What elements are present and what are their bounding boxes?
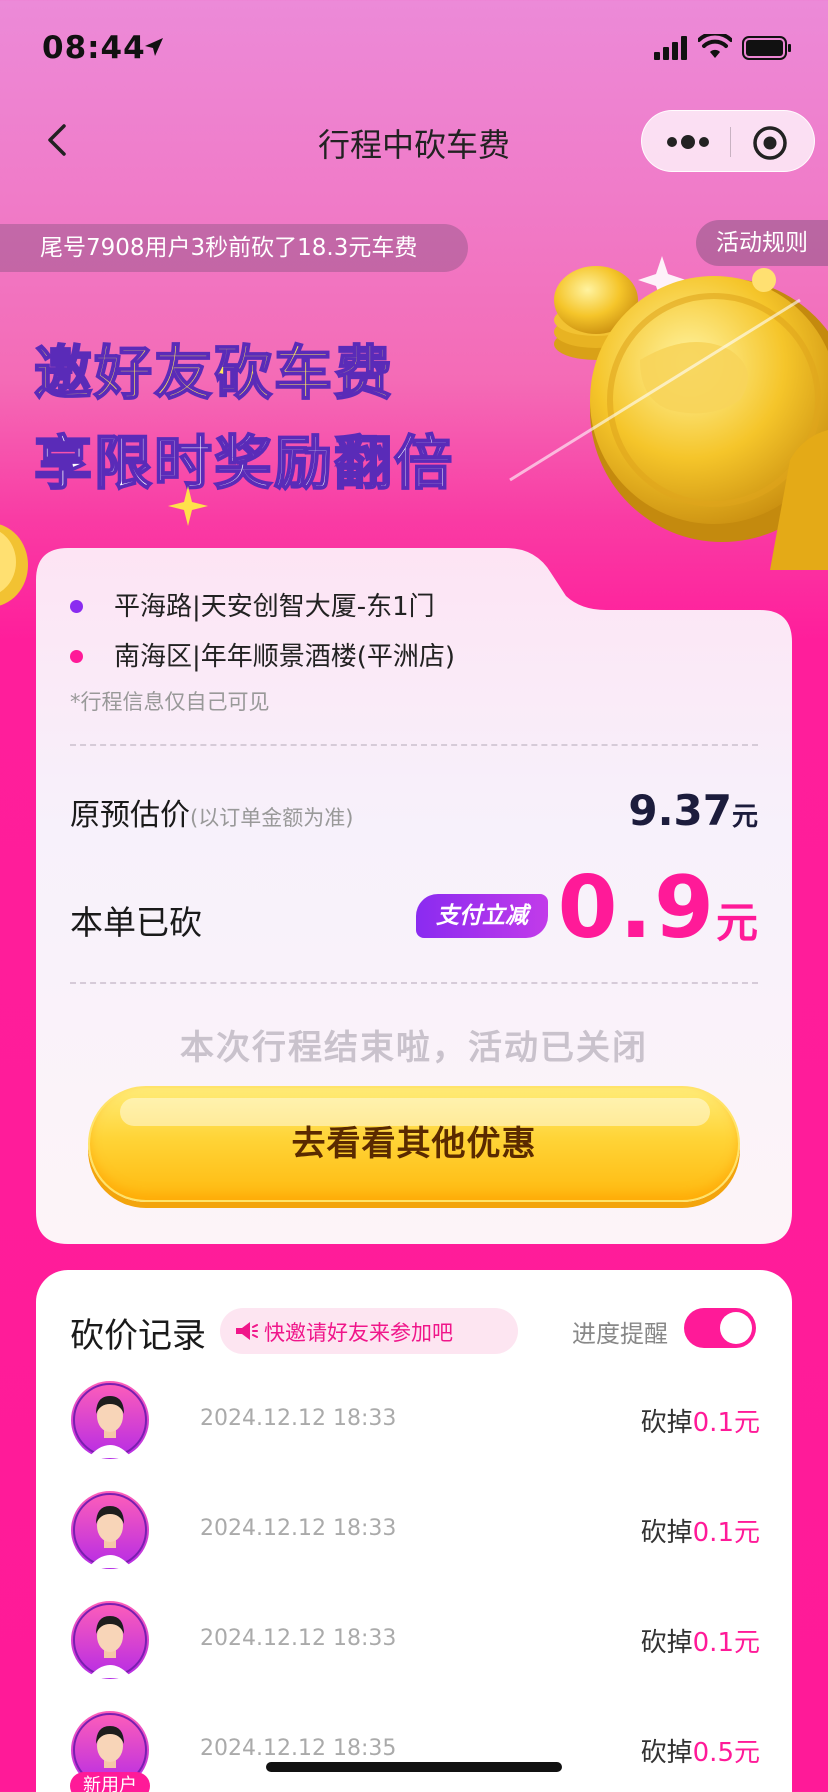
status-time: 08:44	[42, 30, 146, 66]
dropoff-address-text: 南海区|年年顺景酒楼(平洲店)	[114, 642, 456, 672]
estimate-price-value: 9.37	[628, 786, 732, 835]
capsule-divider	[730, 127, 731, 157]
record-row: 2024.12.12 18:33 砍掉0.1元	[70, 1380, 760, 1460]
button-shine	[120, 1098, 710, 1126]
avatar	[70, 1600, 150, 1680]
cta-label: 去看看其他优惠	[291, 1124, 537, 1164]
new-user-badge: 新用户	[70, 1772, 150, 1792]
close-target-icon[interactable]	[752, 125, 788, 161]
record-amount: 砍掉0.1元	[641, 1622, 760, 1659]
activity-closed-text: 本次行程结束啦，活动已关闭	[180, 1028, 648, 1068]
record-amount-prefix: 砍掉	[640, 1408, 693, 1438]
estimate-label-text: 原预估价	[70, 798, 190, 833]
invite-friends-pill[interactable]: 快邀请好友来参加吧	[220, 1308, 518, 1354]
trip-card: 平海路|天安创智大厦-东1门 南海区|年年顺景酒楼(平洲店) *行程信息仅自己可…	[36, 548, 792, 1244]
record-row: 新用户 2024.12.12 18:35 砍掉0.5元	[70, 1710, 760, 1792]
trip-privacy-note: *行程信息仅自己可见	[70, 690, 270, 714]
gold-coins-illustration	[509, 256, 828, 570]
location-arrow-icon	[145, 38, 163, 56]
record-amount-value: 0.5元	[692, 1738, 760, 1768]
estimate-price-unit: 元	[731, 802, 758, 832]
invite-text: 快邀请好友来参加吧	[264, 1321, 453, 1345]
record-row: 2024.12.12 18:33 砍掉0.1元	[70, 1600, 760, 1680]
wifi-icon	[698, 34, 732, 58]
estimate-label: 原预估价(以订单金额为准)	[70, 790, 353, 834]
record-amount-prefix: 砍掉	[640, 1738, 693, 1768]
pickup-dot	[70, 600, 83, 613]
status-bar: 08:44	[0, 0, 828, 100]
divider	[70, 744, 758, 746]
home-indicator	[266, 1762, 562, 1772]
more-icon[interactable]	[664, 128, 712, 156]
pickup-address-text: 平海路|天安创智大厦-东1门	[114, 592, 435, 622]
record-amount: 砍掉0.1元	[641, 1402, 760, 1439]
cut-amount-value: 0.9	[557, 858, 716, 958]
avatar	[70, 1380, 150, 1460]
mini-program-capsule	[641, 110, 815, 172]
record-time: 2024.12.12 18:35	[200, 1736, 397, 1761]
record-time: 2024.12.12 18:33	[200, 1626, 397, 1651]
record-time: 2024.12.12 18:33	[200, 1516, 397, 1541]
record-row: 2024.12.12 18:33 砍掉0.1元	[70, 1490, 760, 1570]
battery-icon	[742, 36, 791, 60]
estimate-price: 9.37元	[628, 786, 758, 835]
record-time: 2024.12.12 18:33	[200, 1406, 397, 1431]
cellular-signal-icon	[654, 36, 687, 60]
megaphone-icon	[236, 1322, 258, 1340]
toggle-knob	[720, 1312, 752, 1344]
record-amount-value: 0.1元	[692, 1408, 760, 1438]
progress-reminder-label: 进度提醒	[572, 1320, 668, 1348]
gold-coin-icon	[0, 524, 28, 606]
cut-amount-unit: 元	[715, 898, 758, 947]
bargain-record-card: 砍价记录 快邀请好友来参加吧 进度提醒 2024.12.12 18:33 砍掉0.…	[36, 1270, 792, 1792]
record-amount-value: 0.1元	[692, 1628, 760, 1658]
record-amount-value: 0.1元	[692, 1518, 760, 1548]
ticker-banner: 尾号7908用户3秒前砍了18.3元车费	[0, 224, 468, 272]
cut-label: 本单已砍	[70, 903, 202, 942]
avatar	[70, 1490, 150, 1570]
record-title: 砍价记录	[70, 1316, 206, 1356]
cut-amount: 0.9元	[558, 858, 758, 958]
sparkle-icon	[168, 486, 208, 526]
view-other-offers-button[interactable]: 去看看其他优惠	[88, 1086, 740, 1202]
record-amount: 砍掉0.1元	[641, 1512, 760, 1549]
divider	[70, 982, 758, 984]
pay-discount-badge: 支付立减	[416, 894, 548, 938]
record-amount-prefix: 砍掉	[640, 1628, 693, 1658]
banner-headline: 邀好友砍车费	[33, 338, 395, 408]
banner-subheadline: 享限时奖励翻倍	[33, 428, 455, 498]
record-amount-prefix: 砍掉	[640, 1518, 693, 1548]
estimate-note: (以订单金额为准)	[190, 806, 354, 830]
progress-reminder-toggle[interactable]	[684, 1308, 756, 1348]
record-amount: 砍掉0.5元	[641, 1732, 760, 1769]
dropoff-dot	[70, 650, 83, 663]
